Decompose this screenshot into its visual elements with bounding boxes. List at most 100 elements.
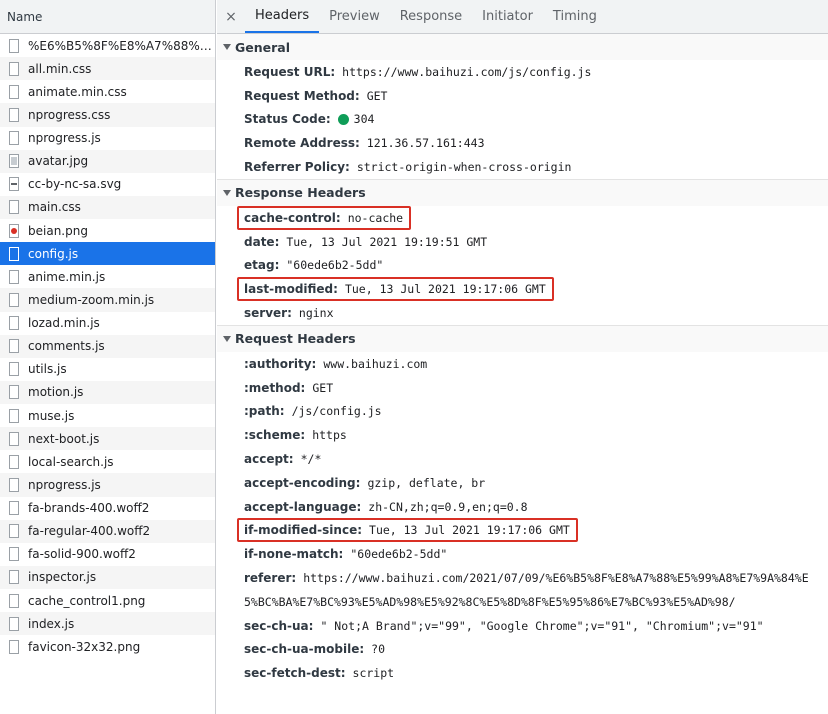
file-icon bbox=[9, 61, 19, 76]
header-value: 121.36.57.161:443 bbox=[366, 136, 485, 151]
request-row[interactable]: %E6%B5%8F%E8%A7%88%E... bbox=[0, 34, 215, 57]
header-row: Remote Address: 121.36.57.161:443 bbox=[217, 131, 828, 155]
request-name: animate.min.css bbox=[28, 84, 127, 99]
status-dot-icon bbox=[337, 113, 349, 125]
request-row[interactable]: nprogress.js bbox=[0, 127, 215, 150]
header-value: gzip, deflate, br bbox=[367, 475, 486, 490]
request-row[interactable]: lozad.min.js bbox=[0, 312, 215, 335]
file-icon bbox=[9, 316, 19, 331]
header-key: :method: bbox=[244, 380, 306, 395]
header-value: GET bbox=[312, 380, 334, 395]
header-row: date: Tue, 13 Jul 2021 19:19:51 GMT bbox=[217, 230, 828, 254]
header-value: https bbox=[312, 428, 347, 443]
request-row[interactable]: nprogress.js bbox=[0, 473, 215, 497]
request-row[interactable]: inspector.js bbox=[0, 565, 215, 589]
file-icon bbox=[9, 107, 19, 122]
header-value: https://www.baihuzi.com/2021/07/09/%E6%B… bbox=[303, 571, 809, 586]
tab-timing[interactable]: Timing bbox=[543, 0, 607, 33]
tab-response[interactable]: Response bbox=[390, 0, 472, 33]
close-icon[interactable]: × bbox=[217, 0, 245, 33]
request-name: utils.js bbox=[28, 362, 67, 377]
request-row[interactable]: utils.js bbox=[0, 358, 215, 381]
header-key: accept: bbox=[244, 452, 294, 467]
request-headers-toggle[interactable]: Request Headers bbox=[217, 325, 828, 352]
request-name: local-search.js bbox=[28, 454, 114, 469]
request-row[interactable]: beian.png bbox=[0, 219, 215, 242]
request-headers-section: Request Headers :authority: www.baihuzi.c… bbox=[217, 325, 828, 685]
header-value: script bbox=[352, 666, 395, 681]
request-row[interactable]: next-boot.js bbox=[0, 427, 215, 451]
request-list-panel: Name %E6%B5%8F%E8%A7%88%E... all.min.css a… bbox=[0, 0, 216, 714]
header-row: cache-control: no-cache bbox=[217, 205, 828, 230]
file-icon bbox=[9, 408, 19, 423]
request-row[interactable]: medium-zoom.min.js bbox=[0, 288, 215, 312]
header-key: Request Method: bbox=[244, 88, 360, 103]
header-row: Referrer Policy: strict-origin-when-cross… bbox=[217, 155, 828, 179]
triangle-down-icon bbox=[223, 44, 231, 50]
request-row[interactable]: anime.min.js bbox=[0, 265, 215, 288]
request-name: fa-solid-900.woff2 bbox=[28, 547, 136, 562]
header-key: accept-encoding: bbox=[244, 475, 361, 490]
header-value: Tue, 13 Jul 2021 19:17:06 GMT bbox=[344, 282, 546, 297]
header-value: ?0 bbox=[371, 642, 385, 657]
header-key: accept-language: bbox=[244, 499, 362, 514]
request-row[interactable]: nprogress.css bbox=[0, 103, 215, 127]
highlight-box: last-modified: Tue, 13 Jul 2021 19:17:06 … bbox=[237, 277, 554, 302]
request-row[interactable]: fa-brands-400.woff2 bbox=[0, 497, 215, 520]
request-row[interactable]: fa-solid-900.woff2 bbox=[0, 543, 215, 566]
tab-initiator[interactable]: Initiator bbox=[472, 0, 543, 33]
header-key: sec-fetch-dest: bbox=[244, 666, 346, 681]
request-row[interactable]: muse.js bbox=[0, 404, 215, 427]
header-key: :path: bbox=[244, 404, 285, 419]
request-row[interactable]: main.css bbox=[0, 195, 215, 219]
request-row[interactable]: favicon-32x32.png bbox=[0, 635, 215, 658]
request-row[interactable]: motion.js bbox=[0, 380, 215, 404]
request-row[interactable]: avatar.jpg bbox=[0, 149, 215, 173]
header-value: strict-origin-when-cross-origin bbox=[356, 160, 572, 175]
general-section-toggle[interactable]: General bbox=[217, 34, 828, 60]
highlight-box: if-modified-since: Tue, 13 Jul 2021 19:17… bbox=[237, 518, 578, 543]
file-icon bbox=[9, 131, 19, 146]
file-icon bbox=[9, 431, 19, 446]
request-row[interactable]: animate.min.css bbox=[0, 80, 215, 103]
details-tab-bar: × Headers Preview Response Initiator Tim… bbox=[217, 0, 828, 34]
request-name: fa-regular-400.woff2 bbox=[28, 524, 151, 539]
request-row[interactable]: cache_control1.png bbox=[0, 589, 215, 612]
file-icon bbox=[9, 616, 19, 631]
request-name: comments.js bbox=[28, 339, 105, 354]
request-row[interactable]: cc-by-nc-sa.svg bbox=[0, 173, 215, 196]
file-icon bbox=[9, 38, 19, 53]
header-row: accept-encoding: gzip, deflate, br bbox=[217, 471, 828, 495]
general-section-title: General bbox=[235, 39, 290, 55]
file-icon bbox=[9, 524, 19, 539]
header-key: server: bbox=[244, 306, 292, 321]
highlight-box: cache-control: no-cache bbox=[237, 205, 412, 230]
request-row[interactable]: config.js bbox=[0, 242, 215, 266]
request-row[interactable]: local-search.js bbox=[0, 450, 215, 473]
file-icon bbox=[9, 269, 19, 284]
tab-headers[interactable]: Headers bbox=[245, 0, 320, 33]
request-row[interactable]: all.min.css bbox=[0, 57, 215, 81]
request-name: all.min.css bbox=[28, 61, 92, 76]
header-key: if-modified-since: bbox=[244, 523, 363, 538]
request-name: nprogress.css bbox=[28, 107, 111, 122]
header-key: cache-control: bbox=[244, 210, 341, 225]
header-row: server: nginx bbox=[217, 301, 828, 325]
response-headers-title: Response Headers bbox=[235, 185, 366, 201]
request-row[interactable]: comments.js bbox=[0, 334, 215, 358]
request-name: %E6%B5%8F%E8%A7%88%E... bbox=[28, 38, 215, 53]
tab-preview[interactable]: Preview bbox=[319, 0, 390, 33]
header-key: sec-ch-ua: bbox=[244, 618, 314, 633]
request-row[interactable]: index.js bbox=[0, 612, 215, 636]
request-name: index.js bbox=[28, 616, 75, 631]
triangle-down-icon bbox=[223, 189, 231, 196]
header-row: last-modified: Tue, 13 Jul 2021 19:17:06 … bbox=[217, 277, 828, 302]
header-key: :authority: bbox=[244, 356, 317, 371]
request-name: anime.min.js bbox=[28, 269, 106, 284]
name-column-header[interactable]: Name bbox=[0, 0, 215, 34]
response-headers-toggle[interactable]: Response Headers bbox=[217, 179, 828, 206]
header-row: Status Code: 304 bbox=[217, 108, 828, 132]
header-value: Tue, 13 Jul 2021 19:19:51 GMT bbox=[286, 234, 488, 249]
file-icon bbox=[9, 501, 19, 516]
request-row[interactable]: fa-regular-400.woff2 bbox=[0, 519, 215, 543]
